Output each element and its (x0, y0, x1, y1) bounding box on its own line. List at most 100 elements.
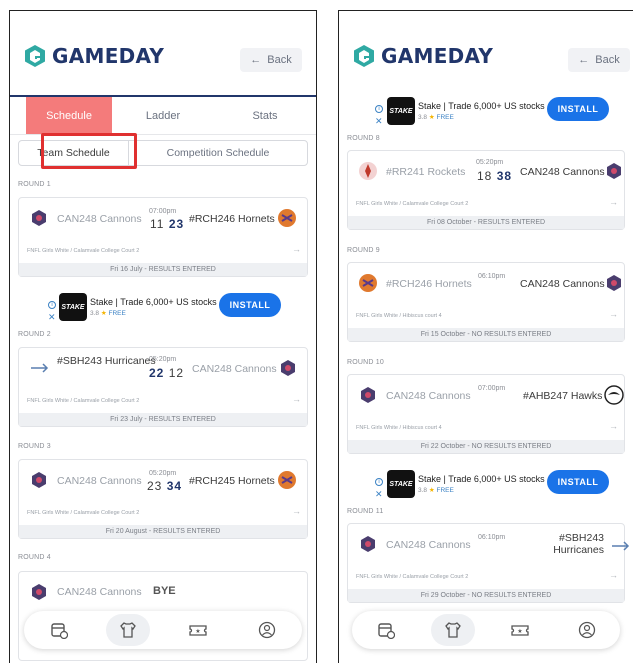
arrow-right-icon: → (609, 421, 618, 431)
app-name: GAMEDAY (381, 44, 494, 68)
match-card[interactable]: CAN248 Cannons 07:00pm #AHB247 Hawks FNF… (347, 374, 625, 454)
main-tabs: Schedule Ladder Stats (10, 95, 316, 135)
hurricanes-crest-icon (612, 541, 630, 551)
home-team: CAN248 Cannons (386, 390, 471, 402)
bottom-nav: ★ (352, 611, 620, 649)
match-card[interactable]: #RCH246 Hornets 06:10pm CAN248 Cannons F… (347, 262, 625, 342)
match-time: 07:00pm (478, 385, 506, 392)
match-card[interactable]: #RR241 Rockets 05:20pm 18 38 CAN248 Cann… (347, 150, 625, 230)
away-team: #AHB247 Hawks (523, 390, 603, 402)
nav-tickets[interactable]: ★ (498, 614, 542, 646)
subtab-competition-schedule[interactable]: Competition Schedule (129, 141, 307, 165)
round-label: ROUND 4 (18, 554, 51, 561)
match-card[interactable]: #SBH243 Hurricanes 05:20pm 22 12 CAN248 … (18, 347, 308, 427)
match-time: 06:10pm (478, 273, 506, 280)
nav-profile[interactable] (565, 614, 609, 646)
gameday-logo: GAMEDAY (353, 44, 493, 68)
match-card[interactable]: CAN248 Cannons 07:00pm 11 23 #RCH246 Hor… (18, 197, 308, 277)
ad-title: Stake | Trade 6,000+ US stocks (418, 101, 545, 111)
cannons-crest-icon (361, 387, 375, 403)
rating-value: 3.8 (418, 114, 428, 121)
away-team: #RCH246 Hornets (189, 213, 275, 225)
match-status: Fri 20 August - RESULTS ENTERED (19, 525, 307, 538)
ad-free: FREE (108, 310, 126, 317)
stake-logo: STAKE (387, 470, 415, 498)
ad-banner: i ✕ STAKE Stake | Trade 6,000+ US stocks… (339, 466, 633, 506)
match-time: 06:10pm (478, 534, 506, 541)
match-status: Fri 22 October - NO RESULTS ENTERED (348, 440, 624, 453)
match-time: 07:00pm (149, 208, 177, 215)
ticket-icon: ★ (510, 625, 529, 636)
arrow-right-icon: → (292, 244, 301, 254)
install-button[interactable]: INSTALL (219, 293, 281, 317)
venue-text: FNFL Girls White / Calamvale College Cou… (27, 248, 140, 254)
back-button[interactable]: ← Back (240, 48, 302, 72)
app-name: GAMEDAY (52, 44, 165, 68)
match-status: Fri 23 July - RESULTS ENTERED (19, 413, 307, 426)
stake-logo: STAKE (59, 293, 87, 321)
nav-tickets[interactable]: ★ (176, 614, 220, 646)
ad-title: Stake | Trade 6,000+ US stocks (90, 297, 217, 307)
profile-icon (259, 621, 276, 639)
away-team: CAN248 Cannons (520, 278, 605, 290)
hornets-crest-icon (278, 209, 296, 227)
away-score: 38 (496, 169, 513, 183)
nav-jersey[interactable] (106, 614, 151, 646)
arrow-right-icon: → (292, 394, 301, 404)
nav-calendar[interactable] (37, 614, 81, 646)
match-score: 11 23 (150, 217, 184, 231)
tab-schedule[interactable]: Schedule (26, 97, 112, 134)
match-card[interactable]: CAN248 Cannons 06:10pm #SBH243 Hurricane… (347, 523, 630, 603)
close-icon[interactable]: ✕ (375, 116, 383, 127)
venue-text: FNFL Girls White / Calamvale College Cou… (356, 201, 469, 207)
venue-text: FNFL Girls White / Hibiscus court 4 (356, 313, 442, 319)
match-time: 05:20pm (149, 356, 177, 363)
match-time: 05:20pm (476, 159, 504, 166)
nav-jersey[interactable] (430, 614, 475, 646)
app-header: GAMEDAY ← Back (10, 11, 316, 96)
back-button[interactable]: ← Back (568, 48, 630, 72)
star-icon: ★ (428, 114, 435, 121)
venue-text: FNFL Girls White / Calamvale College Cou… (356, 574, 469, 580)
ad-free: FREE (436, 487, 454, 494)
ticket-icon: ★ (189, 625, 207, 636)
match-score: 23 34 (147, 479, 182, 493)
home-team: CAN248 Cannons (386, 539, 471, 551)
close-icon[interactable]: ✕ (375, 489, 383, 500)
star-icon: ★ (428, 487, 435, 494)
back-label: Back (267, 54, 292, 66)
venue-text: FNFL Girls White / Calamvale College Cou… (27, 510, 140, 516)
away-team: CAN248 Cannons (192, 363, 277, 375)
tab-stats[interactable]: Stats (214, 97, 316, 134)
nav-profile[interactable] (245, 614, 289, 646)
cannons-crest-icon (32, 210, 46, 226)
hornets-crest-icon (359, 274, 377, 292)
arrow-right-icon: → (609, 197, 618, 207)
home-team: #SBH243 Hurricanes (57, 355, 156, 367)
arrow-left-icon: ← (578, 54, 590, 66)
info-icon[interactable]: i (375, 478, 383, 486)
cannons-crest-icon (607, 163, 621, 179)
svg-text:★: ★ (195, 628, 200, 635)
tab-ladder[interactable]: Ladder (112, 97, 214, 134)
cannons-crest-icon (361, 536, 375, 552)
nav-calendar[interactable] (364, 614, 408, 646)
install-button[interactable]: INSTALL (547, 470, 609, 494)
away-score: 12 (168, 366, 185, 380)
close-icon[interactable]: ✕ (48, 312, 56, 323)
away-score: 34 (166, 479, 183, 493)
calendar-icon (51, 623, 68, 639)
match-time: 05:20pm (149, 470, 177, 477)
install-button[interactable]: INSTALL (547, 97, 609, 121)
home-score: 11 (150, 217, 165, 231)
arrow-left-icon: ← (250, 54, 262, 66)
away-team: #RCH245 Hornets (189, 475, 275, 487)
info-icon[interactable]: i (48, 301, 56, 309)
cannons-crest-icon (32, 584, 46, 600)
match-card[interactable]: CAN248 Cannons 05:20pm 23 34 #RCH245 Hor… (18, 459, 308, 539)
info-icon[interactable]: i (375, 105, 383, 113)
round-label: ROUND 9 (347, 247, 380, 254)
calendar-icon (377, 623, 395, 639)
arrow-right-icon: → (609, 570, 618, 580)
round-label: ROUND 1 (18, 181, 51, 188)
